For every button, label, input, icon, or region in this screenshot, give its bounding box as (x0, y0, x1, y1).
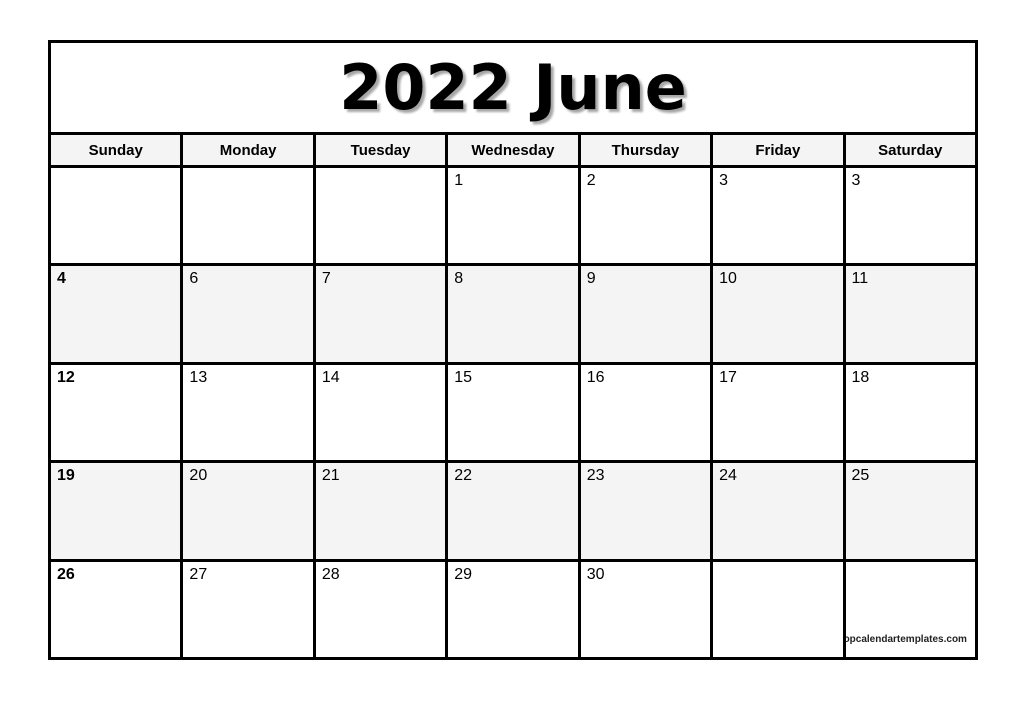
calendar-day-number: 4 (57, 270, 66, 288)
calendar-day-cell[interactable]: topcalendartemplates.com (845, 561, 975, 658)
calendar-day-number: 15 (454, 368, 473, 386)
calendar-day-number: 23 (586, 467, 605, 485)
calendar-week-row: 26 27 28 29 30 topcalendartemplates.com (51, 561, 975, 658)
calendar-weeks: 1 2 3 3 4 6 7 8 9 10 11 12 13 14 15 16 17 18 19 20 21 22 23 24 2… (51, 168, 975, 658)
calendar-day-number: 19 (57, 467, 75, 485)
calendar-day-cell[interactable]: 4 (51, 266, 184, 362)
calendar-day-number: 27 (189, 565, 208, 583)
calendar-day-cell[interactable]: 29 (448, 561, 581, 658)
calendar-day-cell[interactable]: 10 (713, 266, 846, 362)
calendar-day-number: 26 (57, 565, 75, 583)
weekday-header-thursday: Thursday (580, 135, 714, 165)
calendar-day-number: 1 (454, 172, 464, 189)
calendar-day-number: 29 (454, 565, 473, 583)
weekday-header-saturday: Saturday (845, 135, 975, 165)
calendar-day-cell[interactable]: 19 (51, 463, 184, 559)
calendar-day-cell[interactable]: 11 (845, 266, 975, 362)
calendar-day-cell[interactable]: 23 (580, 463, 714, 559)
calendar-day-cell[interactable] (315, 168, 449, 264)
calendar-day-cell[interactable]: 12 (51, 364, 184, 461)
calendar-week-row: 12 13 14 15 16 17 18 (51, 364, 975, 464)
weekday-header-row: Sunday Monday Tuesday Wednesday Thursday Frid… (51, 135, 975, 168)
calendar-day-number: 22 (454, 467, 473, 485)
calendar-day-number: 17 (719, 368, 737, 386)
calendar-day-number: 8 (454, 270, 464, 288)
calendar-day-number: 12 (57, 368, 75, 386)
calendar-week-row: 4 6 7 8 9 10 11 (51, 266, 975, 365)
weekday-header-wednesday: Wednesday (448, 135, 581, 165)
calendar-day-cell[interactable]: 1 (448, 168, 581, 264)
calendar-title-band: 2022 June (51, 43, 975, 135)
calendar-day-cell[interactable]: 22 (448, 463, 581, 559)
weekday-header-tuesday: Tuesday (315, 135, 449, 165)
calendar-day-number: 21 (321, 467, 340, 485)
calendar-day-number: 6 (189, 270, 199, 288)
calendar-day-cell[interactable]: 25 (845, 463, 975, 559)
calendar-day-number: 20 (189, 467, 208, 485)
calendar-day-cell[interactable] (51, 168, 184, 264)
calendar-day-number: 14 (321, 368, 340, 386)
calendar-title: 2022 June (339, 50, 687, 124)
calendar-day-cell[interactable]: 27 (183, 561, 316, 658)
calendar-day-cell[interactable]: 17 (713, 364, 846, 461)
calendar-day-cell[interactable] (183, 168, 316, 264)
calendar-day-cell[interactable]: 21 (315, 463, 449, 559)
calendar-day-cell[interactable]: 20 (183, 463, 316, 559)
calendar-day-number: 13 (189, 368, 208, 386)
calendar-day-cell[interactable]: 2 (580, 168, 714, 264)
calendar-day-number: 10 (719, 270, 737, 288)
calendar-day-number: 16 (586, 368, 605, 386)
calendar-day-number: 3 (719, 172, 729, 189)
calendar-day-number: 3 (851, 172, 861, 189)
calendar-day-cell[interactable]: 18 (845, 364, 975, 461)
calendar-day-cell[interactable]: 15 (448, 364, 581, 461)
calendar-day-cell[interactable]: 7 (315, 266, 449, 362)
calendar-day-number: 2 (586, 172, 596, 189)
calendar-day-number: 30 (586, 565, 605, 583)
calendar-day-cell[interactable]: 24 (713, 463, 846, 559)
calendar-day-cell[interactable]: 3 (845, 168, 975, 264)
calendar-day-cell[interactable]: 30 (580, 561, 714, 658)
calendar-page: 2022 June Sunday Monday Tuesday Wednesday Th… (0, 0, 1024, 724)
calendar-day-number: 18 (851, 368, 870, 386)
calendar-day-cell[interactable]: 13 (183, 364, 316, 461)
calendar-day-number: 28 (321, 565, 340, 583)
calendar-day-number: 24 (719, 467, 737, 485)
calendar-day-cell[interactable]: 28 (315, 561, 449, 658)
weekday-header-monday: Monday (183, 135, 316, 165)
calendar-day-cell[interactable]: 6 (183, 266, 316, 362)
calendar-frame: 2022 June Sunday Monday Tuesday Wednesday Th… (48, 40, 978, 660)
calendar-day-cell[interactable]: 9 (580, 266, 714, 362)
weekday-header-sunday: Sunday (51, 135, 184, 165)
calendar-day-cell[interactable]: 8 (448, 266, 581, 362)
calendar-day-number: 9 (586, 270, 596, 288)
calendar-day-number: 7 (321, 270, 331, 288)
calendar-day-cell[interactable]: 3 (713, 168, 846, 264)
calendar-week-row: 1 2 3 3 (51, 168, 975, 267)
calendar-week-row: 19 20 21 22 23 24 25 (51, 463, 975, 562)
calendar-day-number: 11 (851, 270, 869, 288)
weekday-header-friday: Friday (713, 135, 846, 165)
calendar-day-cell[interactable]: 14 (315, 364, 449, 461)
calendar-day-cell[interactable]: 26 (51, 561, 184, 658)
calendar-day-cell[interactable]: 16 (580, 364, 714, 461)
site-watermark: topcalendartemplates.com (845, 634, 967, 646)
calendar-day-number: 25 (851, 467, 870, 485)
calendar-day-cell[interactable] (713, 561, 846, 658)
